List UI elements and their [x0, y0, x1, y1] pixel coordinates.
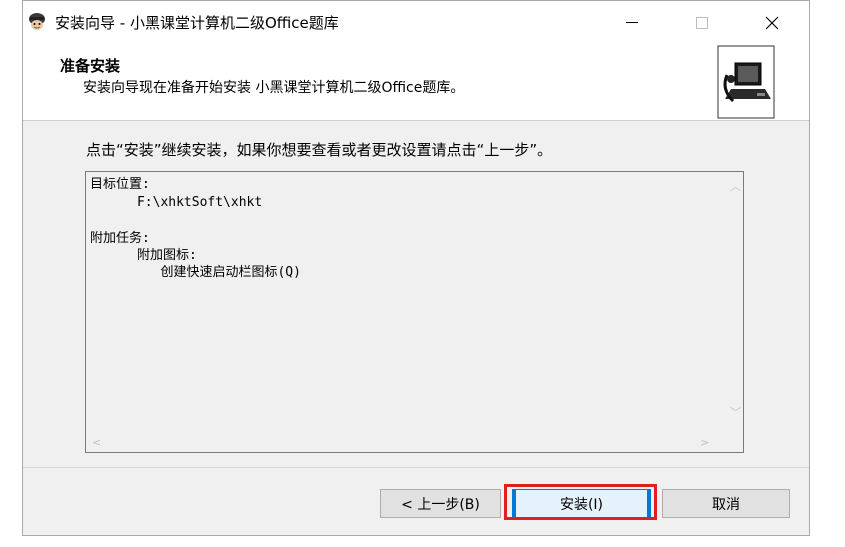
close-button[interactable]	[749, 1, 795, 44]
memo-line-icons-label: 附加图标:	[90, 248, 197, 263]
horizontal-scrollbar[interactable]: < >	[86, 435, 727, 452]
scroll-down-icon[interactable]: ﹀	[730, 404, 741, 420]
maximize-icon	[696, 16, 708, 29]
installer-window: 安装向导 - 小黑课堂计算机二级Office题库 准备安装 安装向导现在准备开始…	[22, 0, 810, 536]
wizard-header: 准备安装 安装向导现在准备开始安装 小黑课堂计算机二级Office题库。	[23, 44, 809, 121]
scroll-left-icon[interactable]: <	[92, 436, 101, 449]
memo-line-dest-path: F:\xhktSoft\xhkt	[90, 195, 263, 210]
app-mascot-icon	[29, 13, 45, 30]
vertical-scrollbar[interactable]: ︿ ﹀	[726, 172, 743, 435]
instruction-text: 点击“安装”继续安装，如果你想要查看或者更改设置请点击“上一步”。	[86, 141, 553, 159]
ready-memo-textbox[interactable]: 目标位置: F:\xhktSoft\xhkt 附加任务: 附加图标: 创建快速启…	[85, 171, 744, 453]
memo-line-tasks-label: 附加任务:	[90, 231, 150, 246]
install-button[interactable]: 安装(I)	[512, 489, 651, 518]
title-bar[interactable]: 安装向导 - 小黑课堂计算机二级Office题库	[23, 1, 809, 44]
divider	[23, 467, 809, 468]
cancel-button[interactable]: 取消	[662, 489, 790, 518]
memo-line-dest-label: 目标位置:	[90, 177, 150, 192]
back-button[interactable]: < 上一步(B)	[380, 489, 501, 518]
computer-install-icon	[717, 45, 775, 119]
page-title: 准备安装	[60, 57, 121, 75]
minimize-icon	[626, 21, 638, 23]
close-icon	[765, 16, 779, 29]
window-title: 安装向导 - 小黑课堂计算机二级Office题库	[55, 14, 339, 32]
scroll-up-icon[interactable]: ︿	[730, 178, 741, 194]
memo-line-quicklaunch: 创建快速启动栏图标(Q)	[90, 265, 301, 280]
scroll-right-icon[interactable]: >	[700, 436, 709, 449]
minimize-button[interactable]	[609, 1, 655, 44]
scroll-corner	[726, 435, 743, 452]
page-subtitle: 安装向导现在准备开始安装 小黑课堂计算机二级Office题库。	[83, 80, 465, 96]
maximize-button	[679, 1, 725, 44]
